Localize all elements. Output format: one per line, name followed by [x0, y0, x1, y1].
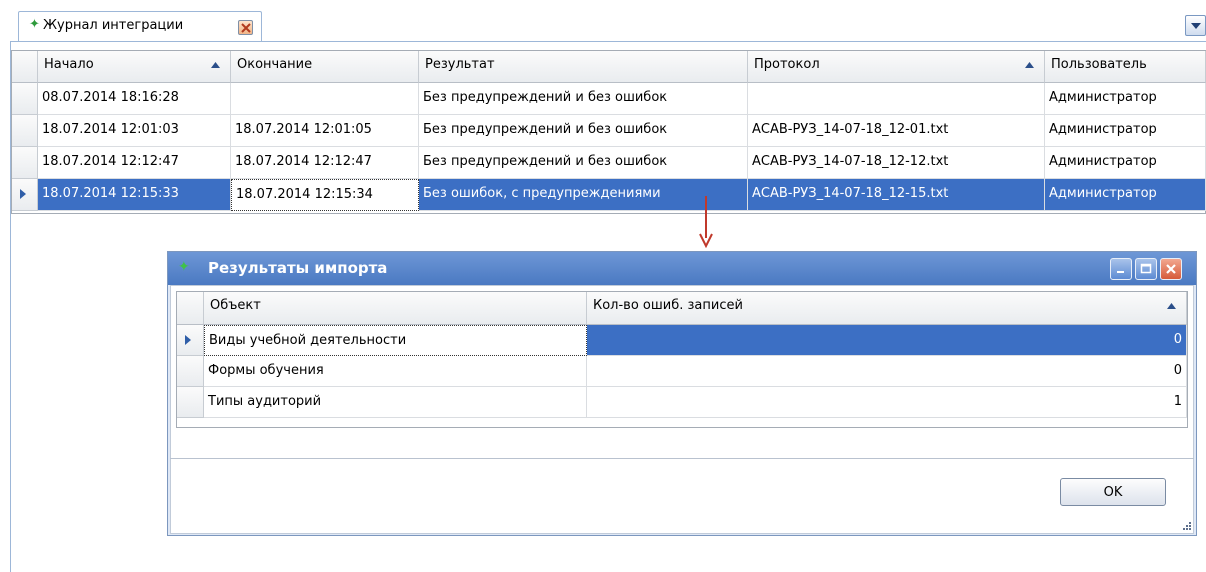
- resize-grip-icon[interactable]: [1182, 521, 1192, 531]
- table-cell[interactable]: Типы аудиторий: [204, 387, 587, 418]
- table-cell[interactable]: 18.07.2014 12:12:47: [231, 147, 419, 179]
- grid-header: Объект Кол-во ошиб. записей: [177, 292, 1187, 325]
- column-header[interactable]: Пользователь: [1045, 51, 1206, 83]
- row-indicator[interactable]: [177, 356, 204, 387]
- row-indicator[interactable]: [177, 387, 204, 418]
- minimize-icon: [1117, 271, 1124, 273]
- table-cell[interactable]: Без предупреждений и без ошибок: [419, 83, 748, 115]
- table-cell[interactable]: 18.07.2014 12:15:33: [38, 179, 231, 211]
- column-header[interactable]: Объект: [204, 292, 587, 325]
- column-header-label: Протокол: [754, 57, 820, 72]
- row-indicator[interactable]: [12, 147, 38, 179]
- close-tab-button[interactable]: [238, 20, 253, 35]
- table-cell[interactable]: 18.07.2014 12:15:34: [231, 179, 419, 211]
- column-header-label: Кол-во ошиб. записей: [593, 298, 743, 313]
- tab-integration-log[interactable]: ✦ Журнал интеграции: [18, 11, 262, 41]
- column-header[interactable]: Результат: [419, 51, 748, 83]
- close-icon: [241, 23, 251, 33]
- table-cell[interactable]: АСАВ-РУЗ_14-07-18_12-12.txt: [748, 147, 1045, 179]
- header-corner: [177, 292, 204, 325]
- tab-title: Журнал интеграции: [43, 18, 184, 33]
- row-indicator[interactable]: [177, 325, 204, 356]
- table-cell[interactable]: Администратор: [1045, 147, 1206, 179]
- table-cell[interactable]: 0: [587, 356, 1187, 387]
- table-cell[interactable]: [231, 83, 419, 115]
- table-row[interactable]: Формы обучения 0: [177, 356, 1187, 387]
- tabs-dropdown-button[interactable]: [1185, 15, 1206, 36]
- sort-ascending-icon[interactable]: [1025, 62, 1034, 68]
- column-header[interactable]: Начало: [38, 51, 231, 83]
- column-header[interactable]: Окончание: [231, 51, 419, 83]
- close-icon: [1166, 264, 1176, 274]
- table-cell[interactable]: Администратор: [1045, 179, 1206, 211]
- dialog-separator: [170, 458, 1194, 459]
- table-cell[interactable]: Формы обучения: [204, 356, 587, 387]
- ok-button[interactable]: OK: [1060, 478, 1166, 506]
- current-row-pointer-icon: [185, 335, 191, 345]
- column-header-label: Объект: [210, 298, 261, 313]
- current-row-pointer-icon: [20, 189, 26, 199]
- table-cell[interactable]: Виды учебной деятельности: [204, 325, 587, 356]
- sort-ascending-icon[interactable]: [1167, 303, 1176, 309]
- table-row[interactable]: 18.07.2014 12:15:33 18.07.2014 12:15:34 Бе…: [12, 179, 1206, 211]
- minimize-button[interactable]: [1110, 258, 1132, 280]
- grid-header: Начало Окончание Результат Протокол Пользова…: [12, 51, 1206, 83]
- dialog-title: Результаты импорта: [208, 259, 388, 277]
- green-diamond-icon: ✦: [29, 17, 40, 32]
- annotation-arrow-icon: [699, 196, 713, 248]
- table-row[interactable]: 08.07.2014 18:16:28 Без предупреждений и …: [12, 83, 1206, 115]
- chevron-down-icon: [1191, 23, 1201, 29]
- table-cell[interactable]: 08.07.2014 18:16:28: [38, 83, 231, 115]
- import-results-grid[interactable]: Объект Кол-во ошиб. записей Виды учебной …: [176, 291, 1188, 428]
- column-header-label: Пользователь: [1051, 57, 1147, 72]
- table-cell[interactable]: Без предупреждений и без ошибок: [419, 147, 748, 179]
- green-diamond-icon: ✦: [178, 259, 190, 275]
- table-row[interactable]: 18.07.2014 12:01:03 18.07.2014 12:01:05 Бе…: [12, 115, 1206, 147]
- column-header-label: Окончание: [237, 57, 313, 72]
- table-cell[interactable]: Администратор: [1045, 83, 1206, 115]
- table-cell[interactable]: 1: [587, 387, 1187, 418]
- column-header-label: Начало: [44, 57, 94, 72]
- close-button[interactable]: [1160, 258, 1182, 280]
- table-cell[interactable]: АСАВ-РУЗ_14-07-18_12-15.txt: [748, 179, 1045, 211]
- header-corner: [12, 51, 38, 83]
- column-header[interactable]: Кол-во ошиб. записей: [587, 292, 1187, 325]
- table-cell[interactable]: [748, 83, 1045, 115]
- row-indicator[interactable]: [12, 115, 38, 147]
- panel-top-border: [10, 41, 1206, 42]
- column-header-label: Результат: [425, 57, 495, 72]
- dialog-title-bar[interactable]: ✦ Результаты импорта: [168, 252, 1196, 285]
- sort-ascending-icon[interactable]: [211, 62, 220, 68]
- table-cell[interactable]: АСАВ-РУЗ_14-07-18_12-01.txt: [748, 115, 1045, 147]
- table-cell[interactable]: Администратор: [1045, 115, 1206, 147]
- column-header[interactable]: Протокол: [748, 51, 1045, 83]
- table-cell[interactable]: Без предупреждений и без ошибок: [419, 115, 748, 147]
- table-row[interactable]: Типы аудиторий 1: [177, 387, 1187, 418]
- maximize-icon: [1140, 263, 1152, 274]
- table-cell[interactable]: 18.07.2014 12:01:03: [38, 115, 231, 147]
- table-cell[interactable]: 0: [587, 325, 1187, 356]
- row-indicator[interactable]: [12, 83, 38, 115]
- table-row[interactable]: 18.07.2014 12:12:47 18.07.2014 12:12:47 Бе…: [12, 147, 1206, 179]
- integration-log-grid[interactable]: Начало Окончание Результат Протокол Пользова…: [11, 50, 1206, 214]
- table-cell[interactable]: 18.07.2014 12:01:05: [231, 115, 419, 147]
- import-results-dialog: ✦ Результаты импорта Объект Кол-во ошиб. …: [167, 251, 1197, 536]
- dialog-body: Объект Кол-во ошиб. записей Виды учебной …: [170, 285, 1194, 534]
- maximize-button[interactable]: [1135, 258, 1157, 280]
- row-indicator[interactable]: [12, 179, 38, 211]
- table-row[interactable]: Виды учебной деятельности 0: [177, 325, 1187, 356]
- table-cell[interactable]: 18.07.2014 12:12:47: [38, 147, 231, 179]
